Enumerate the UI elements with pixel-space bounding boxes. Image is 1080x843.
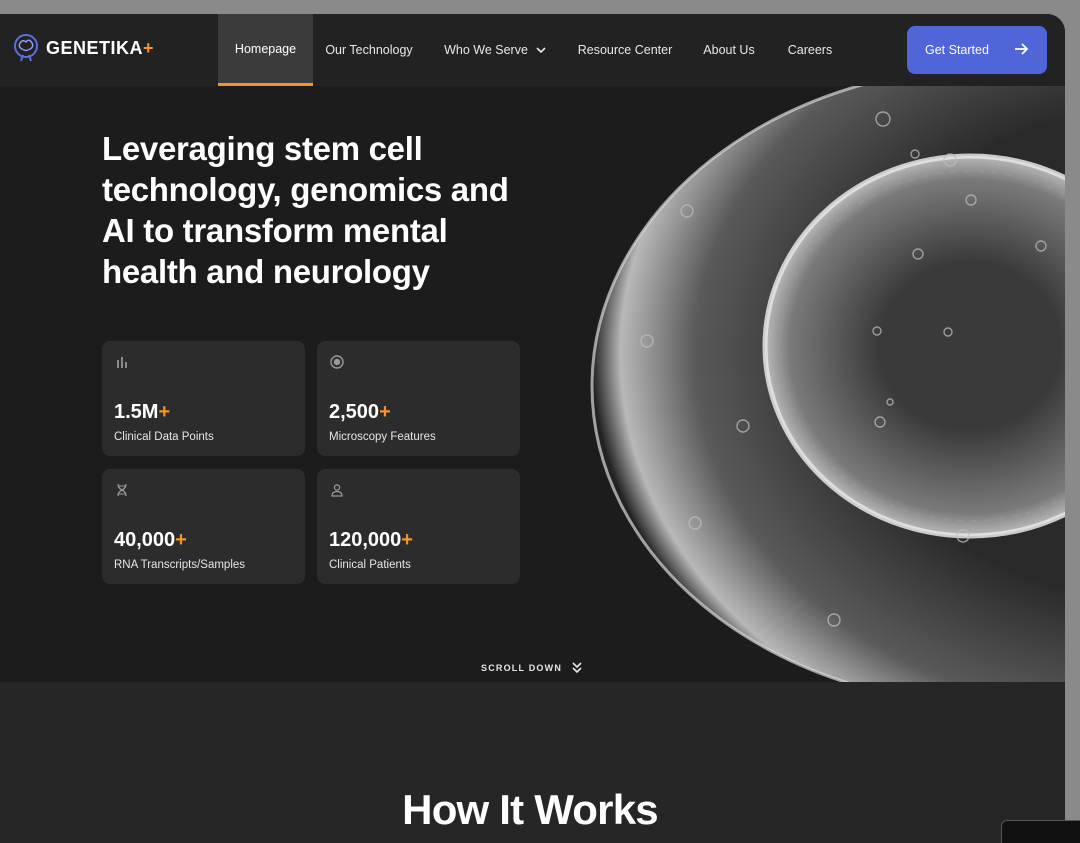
hero-headline: Leveraging stem cell technology, genomic… xyxy=(102,130,509,290)
stat-label: Microscopy Features xyxy=(329,431,436,443)
dna-icon xyxy=(117,483,127,497)
stat-value: 1.5M+ xyxy=(114,401,171,423)
chevron-down-icon xyxy=(536,46,546,53)
double-chevron-down-icon xyxy=(572,662,582,674)
arrow-right-icon xyxy=(1015,43,1029,55)
stat-value: 2,500+ xyxy=(329,401,391,423)
stat-card-patients: 120,000+ Clinical Patients xyxy=(317,469,520,584)
stat-value: 120,000+ xyxy=(329,529,413,551)
get-started-button[interactable]: Get Started xyxy=(907,26,1047,74)
nav-item-careers[interactable]: Careers xyxy=(780,14,840,86)
top-navigation: GENETIKA+ Homepage Our Technology Who We… xyxy=(0,14,1065,86)
target-icon xyxy=(330,355,344,369)
nav-item-resource-center[interactable]: Resource Center xyxy=(572,14,678,86)
nav-item-about-us[interactable]: About Us xyxy=(696,14,762,86)
section-title: How It Works xyxy=(402,786,658,833)
stat-label: Clinical Patients xyxy=(329,559,411,571)
stat-label: Clinical Data Points xyxy=(114,431,214,443)
stat-card-clinical-data: 1.5M+ Clinical Data Points xyxy=(102,341,305,456)
stat-card-rna: 40,000+ RNA Transcripts/Samples xyxy=(102,469,305,584)
bar-chart-icon xyxy=(117,357,127,368)
stat-label: RNA Transcripts/Samples xyxy=(114,559,246,571)
stat-card-microscopy: 2,500+ Microscopy Features xyxy=(317,341,520,456)
brand-name: GENETIKA+ xyxy=(46,37,155,58)
nav-item-our-technology[interactable]: Our Technology xyxy=(318,14,420,86)
stem-cell-illustration xyxy=(590,86,1065,682)
floating-widget[interactable] xyxy=(1001,820,1080,843)
nav-item-who-we-serve[interactable]: Who We Serve xyxy=(436,14,554,86)
scroll-down-link[interactable]: SCROLL DOWN xyxy=(481,662,582,674)
nav-item-homepage[interactable]: Homepage xyxy=(218,14,313,86)
stat-value: 40,000+ xyxy=(114,529,187,551)
logo[interactable]: GENETIKA+ xyxy=(12,33,154,63)
how-it-works-section: How It Works xyxy=(0,682,1065,843)
brain-logo-icon xyxy=(14,34,38,62)
browser-frame: GENETIKA+ Homepage Our Technology Who We… xyxy=(0,14,1065,843)
hero-section: Leveraging stem cell technology, genomic… xyxy=(0,86,1065,682)
user-icon xyxy=(331,484,343,497)
